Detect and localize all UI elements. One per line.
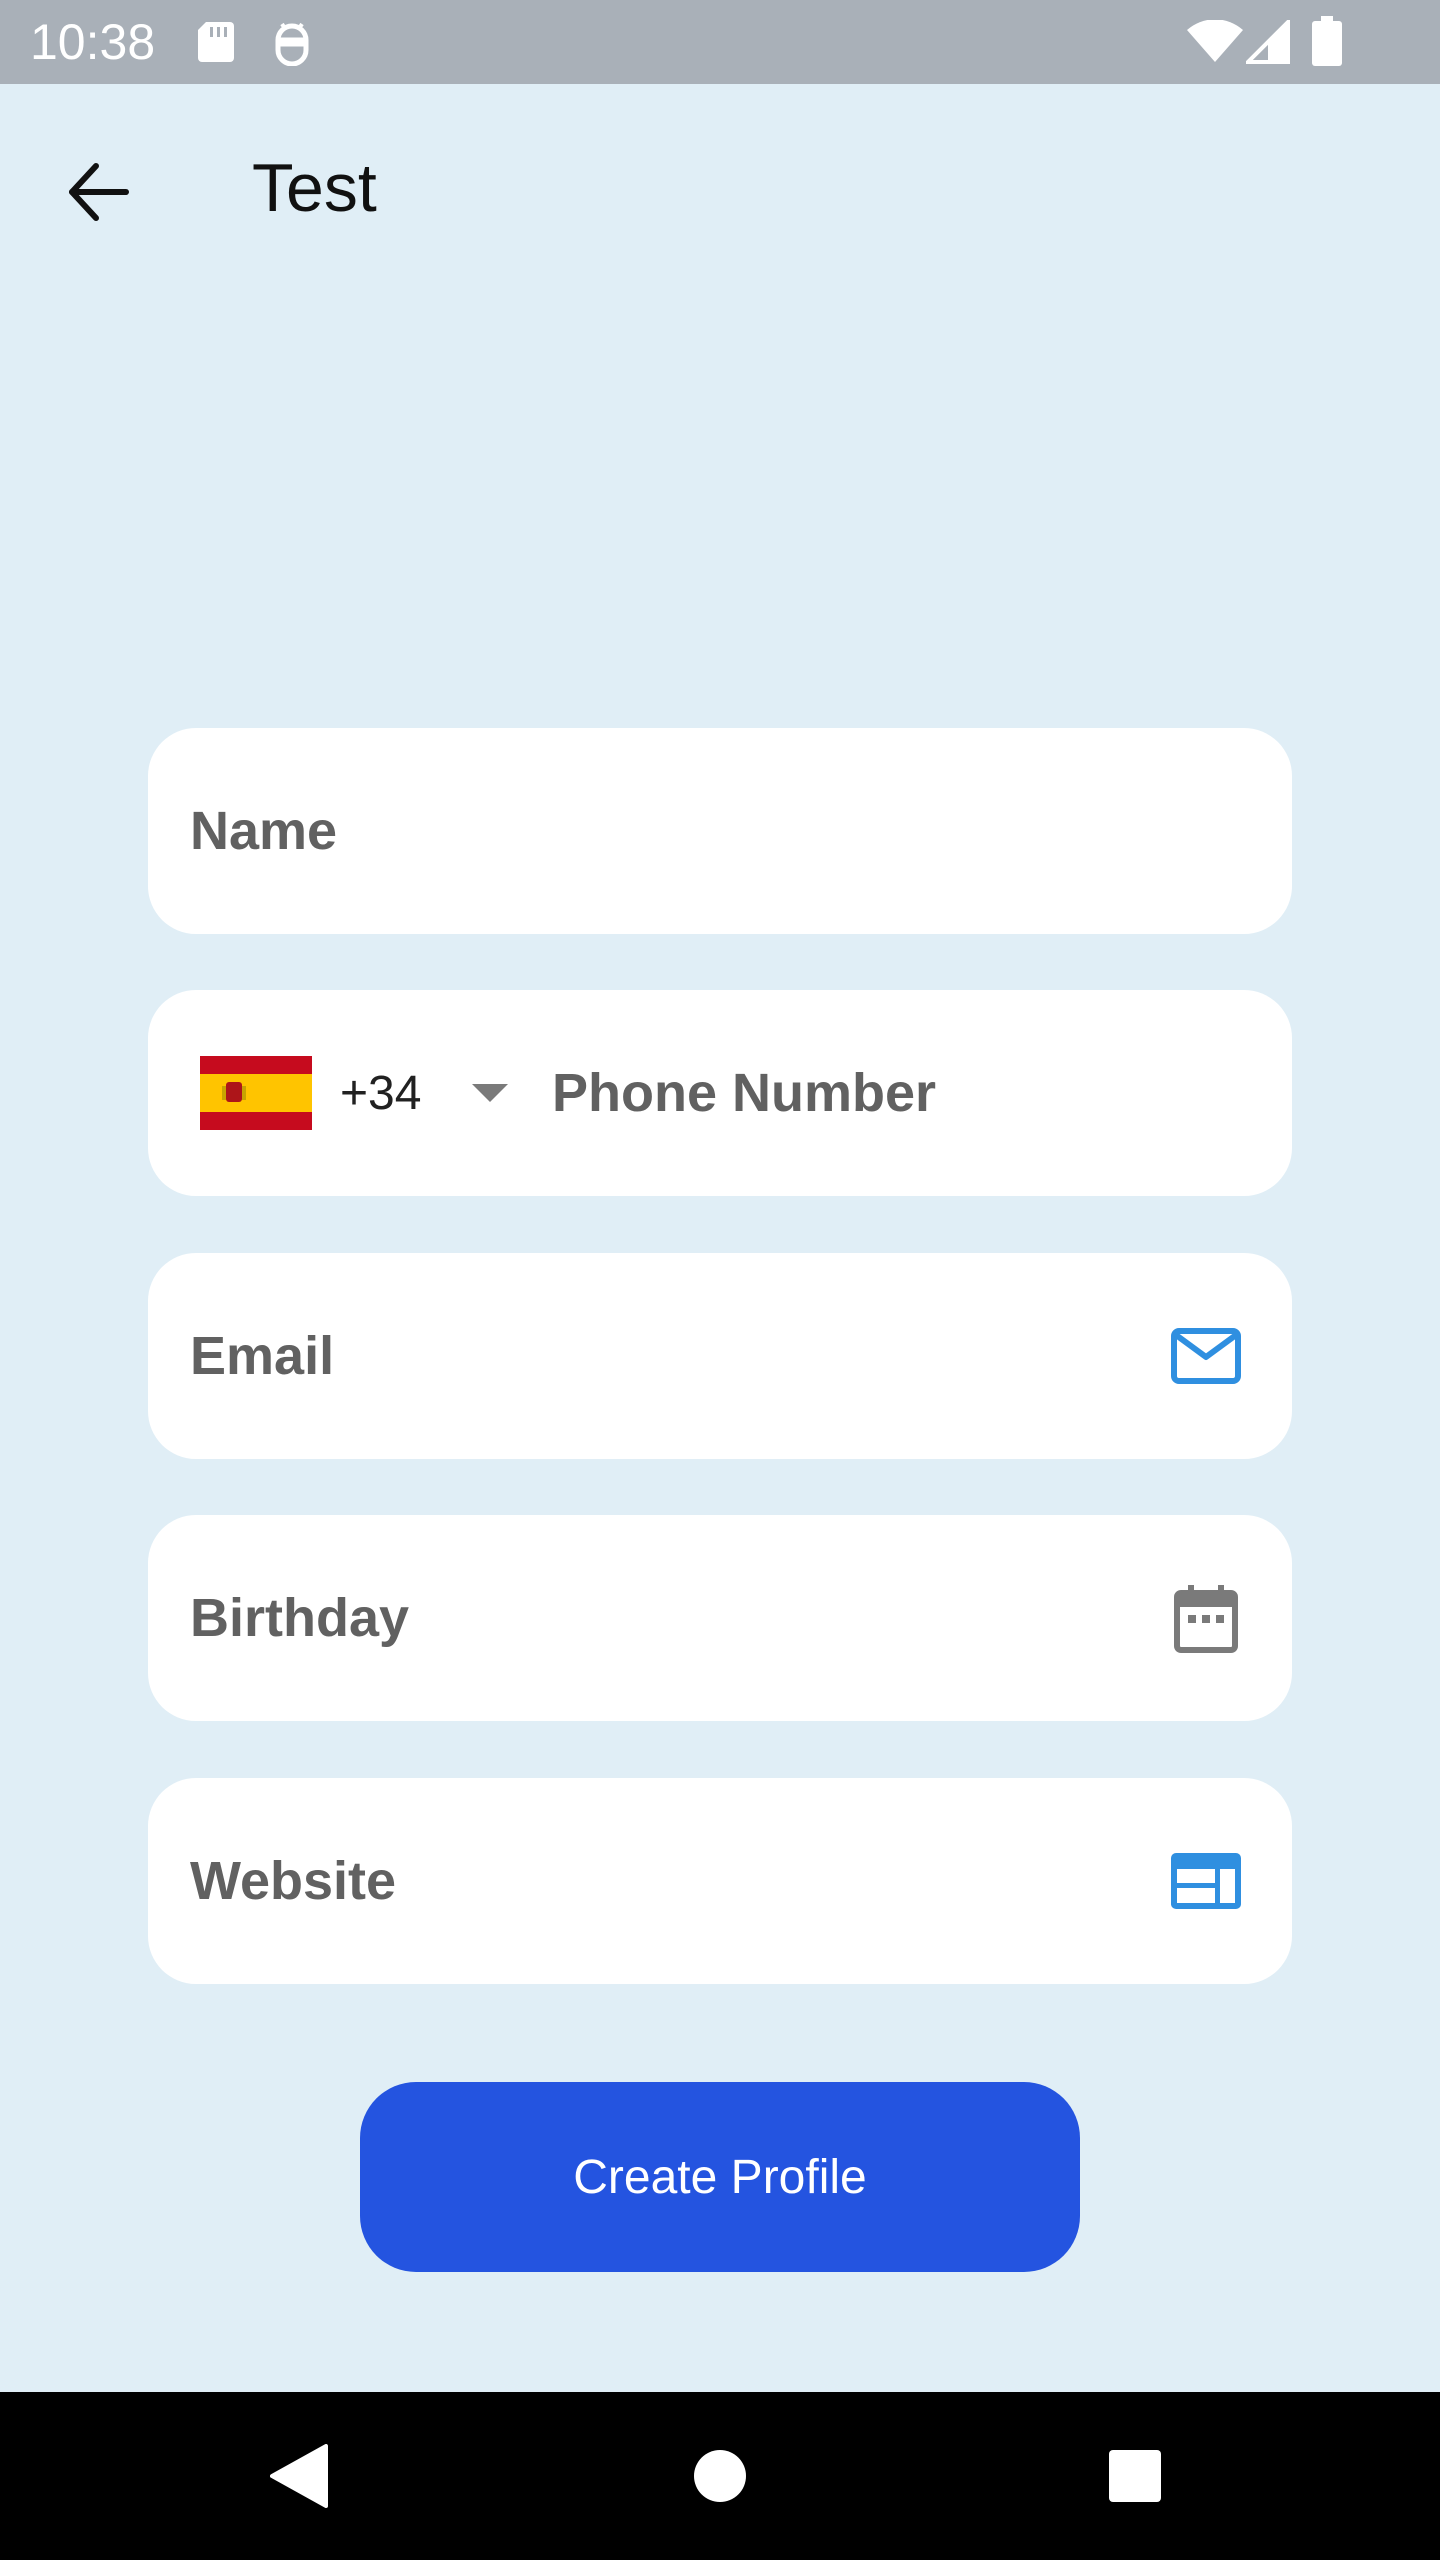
android-debug-icon: [275, 22, 309, 66]
phone-field[interactable]: +34 Phone Number: [148, 990, 1292, 1196]
back-button[interactable]: [50, 144, 146, 240]
system-nav-bar: [0, 2392, 1440, 2560]
email-placeholder: Email: [190, 1326, 335, 1386]
wifi-icon: [1187, 20, 1243, 62]
nav-recents-button[interactable]: [1085, 2426, 1185, 2526]
app-bar: Test: [0, 84, 1440, 284]
status-bar: 10:38: [0, 0, 1440, 84]
mail-icon: [1166, 1316, 1246, 1396]
arrow-left-icon: [69, 163, 129, 221]
birthday-field[interactable]: Birthday: [148, 1515, 1292, 1721]
sd-card-icon: [198, 22, 234, 62]
name-placeholder: Name: [190, 801, 338, 861]
name-field[interactable]: Name: [148, 728, 1292, 934]
calendar-icon[interactable]: [1166, 1578, 1246, 1658]
website-field[interactable]: Website: [148, 1778, 1292, 1984]
create-profile-button[interactable]: Create Profile: [360, 2082, 1080, 2272]
cell-signal-icon: [1246, 20, 1290, 64]
web-icon: [1166, 1841, 1246, 1921]
spain-flag-icon[interactable]: [200, 1056, 312, 1130]
dial-code[interactable]: +34: [340, 990, 421, 1196]
phone-placeholder: Phone Number: [552, 1063, 937, 1123]
caret-down-icon[interactable]: [460, 1073, 520, 1113]
website-placeholder: Website: [190, 1851, 397, 1911]
battery-icon: [1312, 16, 1342, 66]
status-time: 10:38: [30, 14, 156, 70]
back-triangle-icon: [270, 2444, 328, 2508]
page-title: Test: [252, 150, 377, 226]
birthday-placeholder: Birthday: [190, 1588, 410, 1648]
nav-back-button[interactable]: [250, 2426, 350, 2526]
recents-square-icon: [1109, 2450, 1161, 2502]
home-circle-icon: [694, 2450, 746, 2502]
nav-home-button[interactable]: [670, 2426, 770, 2526]
email-field[interactable]: Email: [148, 1253, 1292, 1459]
